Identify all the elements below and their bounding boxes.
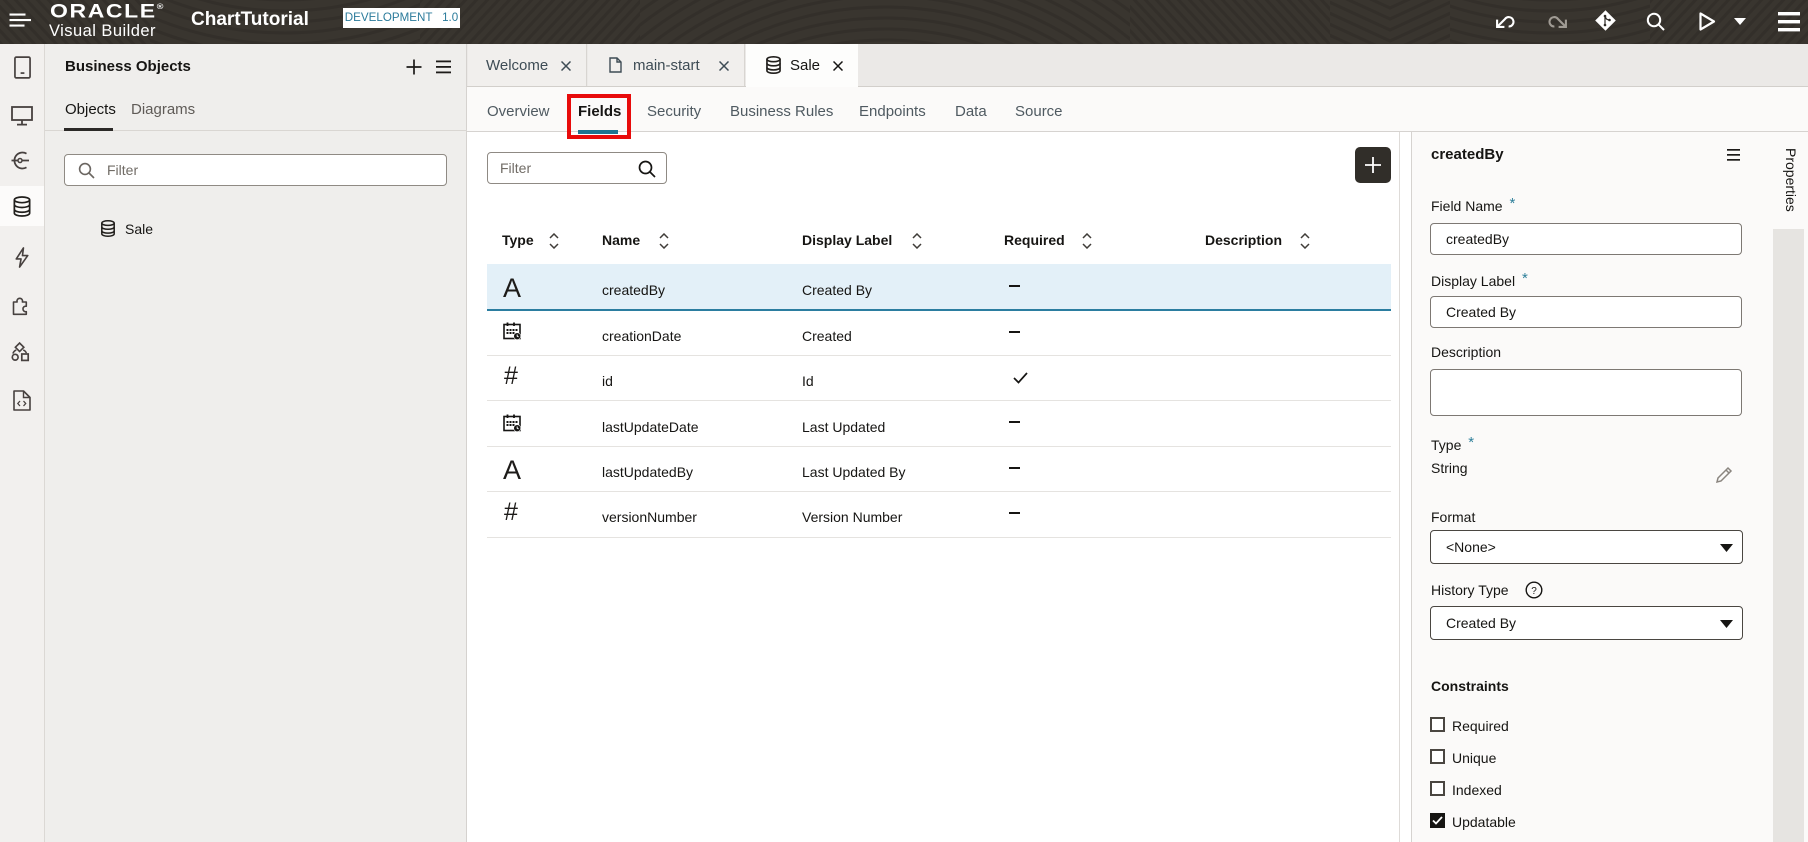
svg-text:?: ? — [1531, 586, 1537, 597]
